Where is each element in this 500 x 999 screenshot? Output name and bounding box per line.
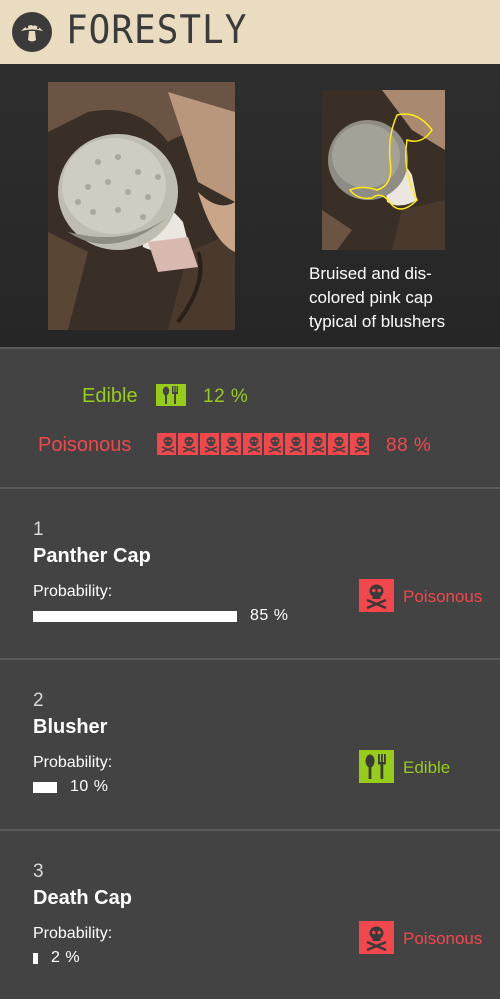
species-name: Panther Cap [33,545,151,567]
fork-spoon-icon [359,750,394,783]
skull-crossbones-icon [359,921,394,954]
mushroom-photo[interactable] [48,82,235,330]
annotated-photo-thumbnail[interactable] [322,90,445,250]
skull-crossbones-icon [178,433,198,455]
skull-crossbones-icon [349,433,370,455]
toxicity-label: Edible [403,758,451,777]
toxicity-label: Poisonous [403,587,483,606]
skull-crossbones-icon [359,579,394,612]
poisonous-percentage: 88 % [386,435,432,456]
skull-crossbones-icon [242,433,263,455]
result-card[interactable]: 3 Death Cap Probability: 2 % Poisonous [0,831,500,999]
app-header: FORESTLY [0,0,500,64]
poisonous-label: Poisonous [38,434,132,456]
skull-crossbones-icon [306,433,327,455]
species-name: Death Cap [33,887,132,909]
probability-bar [33,953,38,964]
result-card[interactable]: 2 Blusher Probability: 10 % Edible [0,660,500,829]
toxicity-label: Poisonous [403,929,483,948]
result-card[interactable]: 1 Panther Cap Probability: 85 % Poisonou… [0,489,500,658]
app-title: FORESTLY [66,8,248,53]
skull-crossbones-icon [199,433,220,455]
probability-value: 85 % [250,607,289,624]
skull-crossbones-icon [264,433,284,455]
photo-panel: Bruised and dis- colored pink cap typica… [0,64,500,347]
probability-label: Probability: [33,583,113,600]
photo-caption: Bruised and dis- colored pink cap typica… [309,262,479,334]
skull-crossbones-icon [157,433,177,455]
skull-crossbones-icon [285,433,305,455]
probability-label: Probability: [33,925,113,942]
edible-percentage: 12 % [203,386,249,407]
result-rank: 1 [33,519,44,540]
probability-value: 10 % [70,778,109,795]
skull-crossbones-icon [328,433,348,455]
species-name: Blusher [33,716,108,738]
fork-spoon-icon [156,384,186,406]
toxicity-summary: Edible 12 % Poisonous 88 % [0,349,500,487]
skull-crossbones-icon [221,433,241,455]
caption-line: typical of blushers [309,312,446,331]
probability-label: Probability: [33,754,113,771]
result-rank: 3 [33,861,44,882]
result-rank: 2 [33,690,44,711]
mushroom-logo-icon [12,12,52,52]
edible-label: Edible [82,385,138,407]
caption-line: colored pink cap [309,288,433,307]
probability-value: 2 % [51,949,81,966]
probability-bar [33,611,237,622]
probability-bar [33,782,57,793]
poisonous-skull-bar [157,433,370,455]
caption-line: Bruised and dis- [309,264,432,283]
